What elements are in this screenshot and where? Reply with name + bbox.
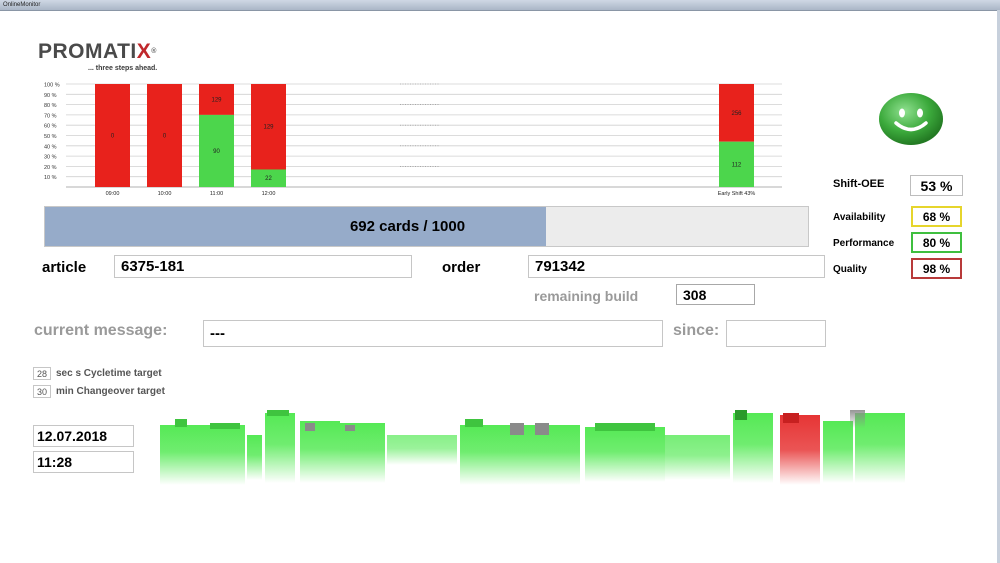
changeover-target-label: min Changeover target xyxy=(56,386,165,397)
x-tick-label: 09:00 xyxy=(106,191,120,197)
bar-label-green: 22 xyxy=(265,176,272,182)
y-tick-label: 90 % xyxy=(44,93,57,99)
time-display: 11:28 xyxy=(33,451,134,473)
performance-value: 80 % xyxy=(911,232,962,253)
x-tick-label: 12:00 xyxy=(262,191,276,197)
remaining-build-label: remaining build xyxy=(534,288,639,304)
x-tick-label: Early Shift 43% xyxy=(718,191,756,197)
bar-label-red: 256 xyxy=(731,111,742,117)
current-message-label: current message: xyxy=(34,322,168,339)
changeover-target-value: 30 xyxy=(33,385,51,398)
order-label: order xyxy=(442,259,481,276)
production-line-illustration xyxy=(160,410,905,485)
performance-label: Performance xyxy=(833,238,895,249)
quality-label: Quality xyxy=(833,264,867,275)
since-label: since: xyxy=(673,322,720,339)
x-tick-label: 11:00 xyxy=(210,191,223,197)
y-tick-label: 40 % xyxy=(44,144,57,150)
y-tick-label: 60 % xyxy=(44,124,57,130)
y-tick-label: 10 % xyxy=(44,175,57,181)
cycletime-target-label: sec s Cycletime target xyxy=(56,368,162,379)
smiley-icon xyxy=(879,93,943,145)
shift-oee-value: 53 % xyxy=(910,175,963,196)
cycletime-target-value: 28 xyxy=(33,367,51,380)
y-tick-label: 20 % xyxy=(44,165,57,171)
current-message-field: --- xyxy=(203,320,663,347)
production-progress-bar: 692 cards / 1000 xyxy=(44,206,809,247)
remaining-build-field: 308 xyxy=(676,284,755,305)
y-tick-label: 30 % xyxy=(44,155,57,161)
date-display: 12.07.2018 xyxy=(33,425,134,447)
progress-text: 692 cards / 1000 xyxy=(349,218,466,235)
y-tick-label: 100 % xyxy=(44,83,60,89)
bar-label-red: 129 xyxy=(263,125,274,131)
quality-value: 98 % xyxy=(911,258,962,279)
bar-label-green: 112 xyxy=(732,162,742,168)
bar-label-red: 129 xyxy=(211,97,222,103)
availability-value: 68 % xyxy=(911,206,962,227)
article-label: article xyxy=(42,259,87,276)
hourly-output-chart: 100 % 90 % 80 % 70 % 60 % 50 % 40 % 30 % 20 % 10 … xyxy=(44,83,782,197)
availability-label: Availability xyxy=(833,212,886,223)
y-tick-label: 80 % xyxy=(44,103,57,109)
article-field: 6375-181 xyxy=(114,255,412,278)
since-field xyxy=(726,320,826,347)
x-tick-label: 10:00 xyxy=(158,191,172,197)
shift-oee-label: Shift-OEE xyxy=(833,178,885,190)
y-tick-label: 70 % xyxy=(44,113,57,119)
y-tick-label: 50 % xyxy=(44,134,57,140)
order-field: 791342 xyxy=(528,255,825,278)
bar-label-green: 90 xyxy=(213,149,220,155)
